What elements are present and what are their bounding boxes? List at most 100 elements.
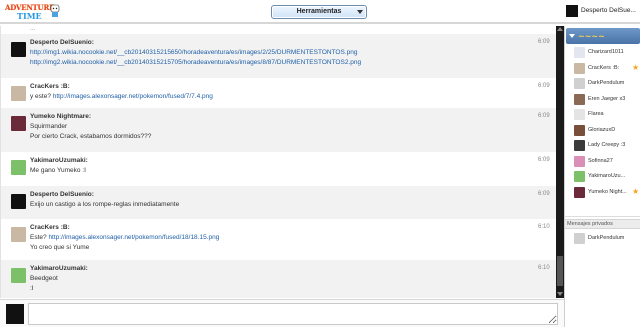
- message-input[interactable]: [28, 303, 558, 325]
- chat-message: CracKers :B: 6:10 Este? http://images.alex…: [1, 219, 556, 260]
- user-name: Charizard1011: [588, 49, 624, 55]
- scrollbar-thumb[interactable]: [557, 256, 563, 286]
- message-line: Este? http://images.alexonsager.net/poke…: [30, 233, 219, 243]
- message-timestamp: 6:09: [538, 191, 550, 197]
- message-username[interactable]: Desperto DelSuenio:: [30, 39, 94, 46]
- message-timestamp: 6:10: [538, 224, 550, 230]
- user-avatar: [574, 171, 585, 182]
- private-message-user[interactable]: DarkPendulum: [565, 232, 640, 246]
- user-name: DarkPendulum: [588, 235, 625, 241]
- message-text: Yo creo que si Yume: [30, 244, 90, 251]
- adventure-time-mini-logo-icon: ~~~~: [578, 31, 605, 41]
- sidebar-user[interactable]: Eren Jaeger x3: [565, 93, 640, 107]
- message-link[interactable]: http://images.alexonsager.net/pokemon/fu…: [48, 234, 219, 241]
- sidebar-user[interactable]: GloriazuxD: [565, 124, 640, 138]
- moderator-star-icon: ★: [632, 62, 640, 72]
- user-avatar: [574, 155, 585, 167]
- moderator-star-icon: ★: [632, 186, 640, 196]
- sidebar-user[interactable]: Charizard1011: [565, 46, 640, 60]
- message-line: Beedgeot: [30, 274, 58, 284]
- message-text: Beedgeot: [30, 275, 58, 282]
- message-username[interactable]: YakimaroUzumaki:: [30, 157, 88, 164]
- private-messages-header: Mensajes privados: [565, 219, 640, 229]
- user-name: Eren Jaeger x3: [588, 95, 626, 102]
- message-text: Squirmander: [30, 123, 68, 130]
- user-name: Yumeko Night...: [588, 188, 627, 195]
- message-avatar[interactable]: [11, 42, 26, 57]
- tools-dropdown-button[interactable]: Herramientas: [271, 5, 367, 19]
- sidebar-user[interactable]: Flarea: [565, 108, 640, 122]
- message-timestamp: 6:09: [538, 157, 550, 163]
- sidebar-user[interactable]: DarkPendulum: [565, 77, 640, 91]
- message-username[interactable]: Yumeko Nightmare:: [30, 113, 91, 120]
- message-link[interactable]: http://img1.wikia.nocookie.net/__cb20140…: [30, 49, 357, 56]
- scroll-down-icon[interactable]: [557, 292, 563, 296]
- message-avatar[interactable]: [11, 116, 26, 131]
- chat-message: CracKers :B: 6:09 y este? http://images.al…: [1, 78, 556, 108]
- user-avatar: [574, 78, 585, 89]
- message-text: Por cierto Crack, estabamos dormidos???: [30, 133, 152, 140]
- finn-logo-icon: [50, 4, 60, 17]
- message-body: Este? http://images.alexonsager.net/poke…: [30, 233, 219, 253]
- message-body: Beedgeot :I: [30, 274, 58, 294]
- message-body: Squirmander Por cierto Crack, estabamos d…: [30, 122, 151, 142]
- message-line: Exijo un castigo a los rompe-reglas inme…: [30, 200, 179, 210]
- user-avatar: [574, 124, 585, 136]
- message-username[interactable]: CracKers :B:: [30, 83, 70, 90]
- message-body: y este? http://images.alexonsager.net/po…: [30, 92, 213, 102]
- sidebar-divider: [565, 216, 640, 217]
- message-username[interactable]: Desperto DelSuenio:: [30, 191, 94, 198]
- message-link[interactable]: http://images.alexonsager.net/pokemon/fu…: [53, 93, 213, 100]
- sidebar-user[interactable]: CracKers :B: ★: [565, 62, 640, 76]
- message-username[interactable]: YakimaroUzumaki:: [30, 265, 88, 272]
- message-avatar[interactable]: [11, 194, 26, 209]
- message-timestamp: 6:09: [538, 83, 550, 89]
- message-text: y este?: [30, 93, 53, 100]
- message-text: Este?: [30, 234, 49, 241]
- message-avatar[interactable]: [11, 86, 26, 101]
- scroll-up-icon[interactable]: [557, 27, 563, 31]
- message-avatar[interactable]: [11, 227, 26, 242]
- top-header: ADVENTURE TIME Herramientas Desperto Del…: [0, 0, 640, 24]
- message-line: :I: [30, 284, 58, 294]
- composer-avatar: [6, 304, 24, 324]
- room-header[interactable]: ~~~~: [566, 28, 640, 44]
- private-messages-label: Mensajes privados: [567, 221, 613, 227]
- sidebar-user[interactable]: Yumeko Night... ★: [565, 186, 640, 200]
- message-timestamp: 6:10: [538, 265, 550, 271]
- chat-scrollbar[interactable]: [556, 26, 564, 298]
- user-avatar: [574, 109, 585, 120]
- chat-message: Desperto DelSuenio: 6:09 Exijo un castigo …: [1, 186, 556, 219]
- message-timestamp: 6:09: [538, 113, 550, 119]
- sidebar-user[interactable]: YakimaroUzu...: [565, 170, 640, 184]
- message-avatar[interactable]: [11, 160, 26, 175]
- message-avatar[interactable]: [11, 268, 26, 283]
- current-user-name: Desperto DelSue...: [581, 7, 636, 14]
- message-line: Por cierto Crack, estabamos dormidos???: [30, 132, 151, 142]
- message-link[interactable]: http://img2.wikia.nocookie.net/__cb20140…: [30, 59, 361, 66]
- chat-message: YakimaroUzumaki: 6:10 Beedgeot :I: [1, 260, 556, 298]
- collapse-caret-icon[interactable]: [569, 34, 575, 38]
- sidebar-user[interactable]: Lady Creepy :3: [565, 139, 640, 153]
- message-line: Me gano Yumeko :I: [30, 166, 86, 176]
- user-avatar: [574, 47, 585, 58]
- user-avatar: [574, 62, 585, 74]
- chat-message: Desperto DelSuenio: 6:09 http://img1.wikia…: [1, 34, 556, 78]
- user-name: Flarea: [588, 111, 604, 117]
- tools-label: Herramientas: [296, 8, 342, 15]
- user-name: CracKers :B:: [588, 64, 620, 71]
- svg-text:~~~~: ~~~~: [578, 31, 605, 41]
- chat-log[interactable]: ... Desperto DelSuenio: 6:09 http://img1.w…: [0, 26, 556, 298]
- message-line: Squirmander: [30, 122, 151, 132]
- sidebar-user[interactable]: Sofinna27: [565, 155, 640, 169]
- message-body: Exijo un castigo a los rompe-reglas inme…: [30, 200, 179, 210]
- user-name: DarkPendulum: [588, 80, 625, 86]
- user-name: GloriazuxD: [588, 126, 616, 133]
- current-user-menu[interactable]: Desperto DelSue...: [566, 5, 638, 19]
- user-avatar: [574, 140, 585, 151]
- message-timestamp: 6:09: [538, 39, 550, 45]
- adventure-time-logo[interactable]: ADVENTURE TIME: [5, 3, 62, 21]
- current-user-avatar: [566, 5, 578, 17]
- message-line: http://img1.wikia.nocookie.net/__cb20140…: [30, 48, 361, 58]
- message-username[interactable]: CracKers :B:: [30, 224, 70, 231]
